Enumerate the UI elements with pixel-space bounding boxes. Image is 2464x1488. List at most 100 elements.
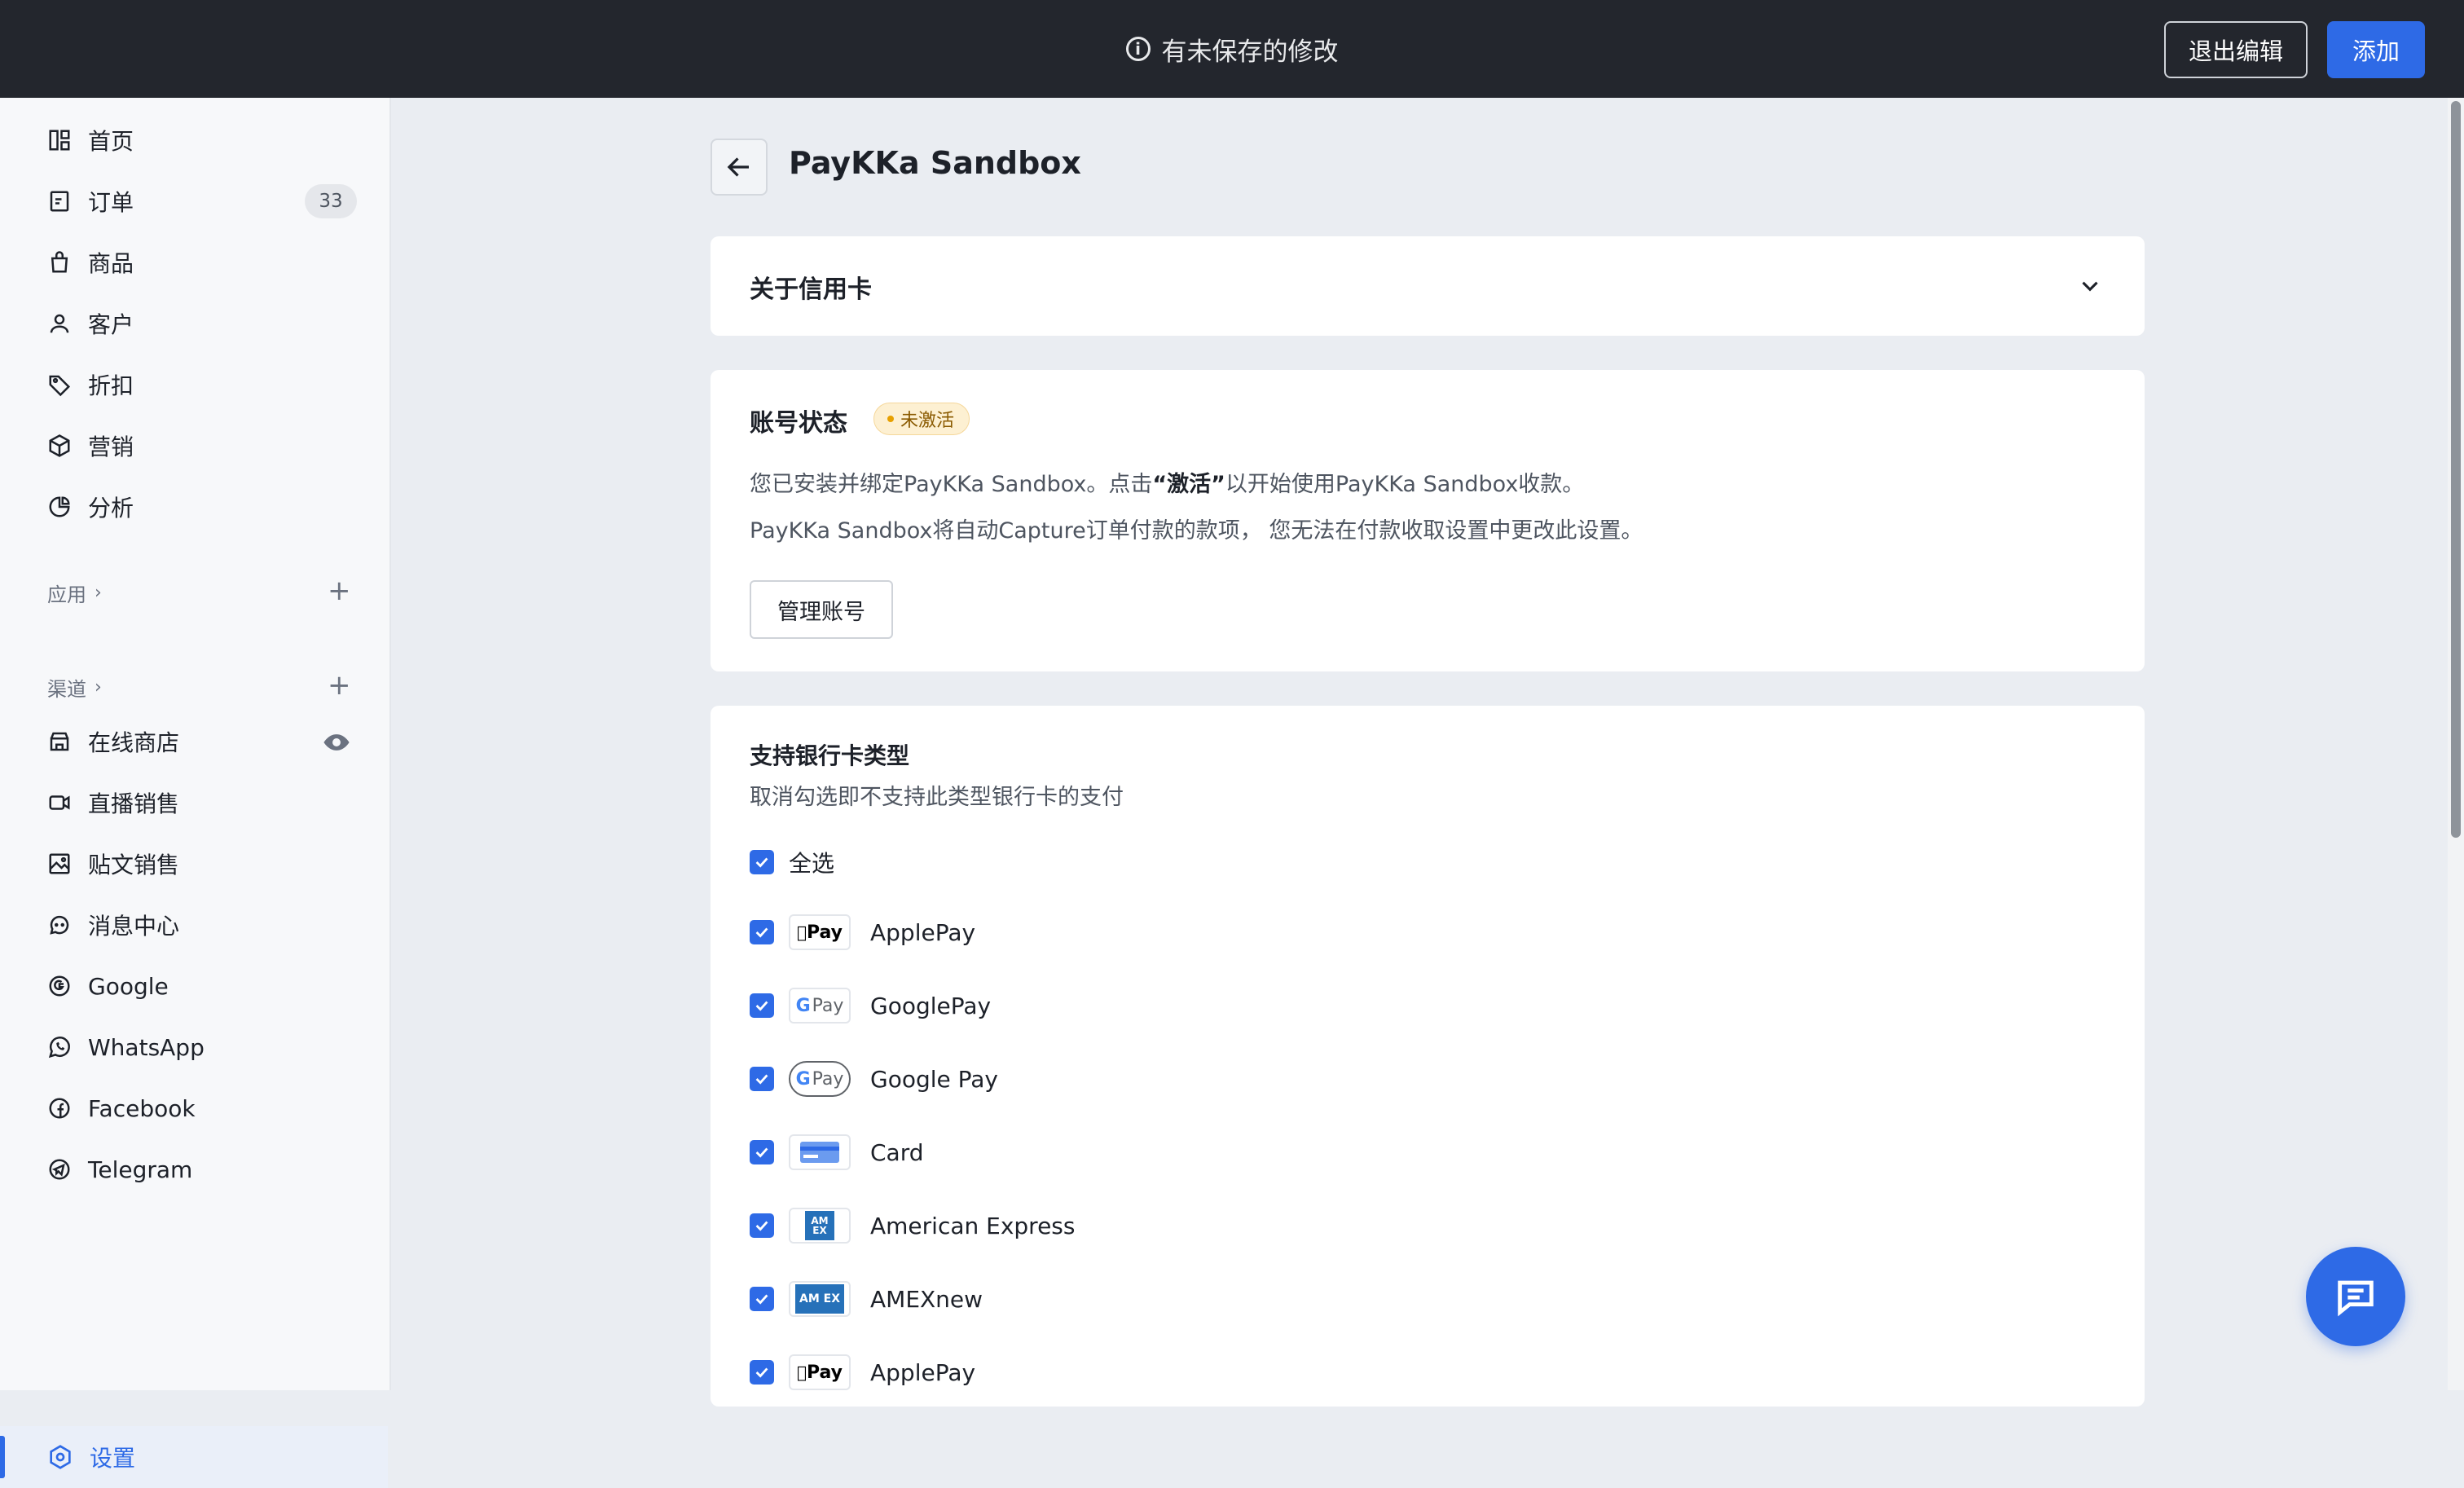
bag-icon: [47, 250, 72, 275]
add-channel-icon[interactable]: +: [328, 671, 351, 699]
card-type-row[interactable]: G Pay GooglePay: [750, 984, 991, 1027]
google-pay-pill-logo: G Pay: [789, 1061, 851, 1097]
active-indicator: [0, 1436, 5, 1478]
sidebar-item-customers[interactable]: 客户: [47, 303, 134, 344]
whatsapp-icon: [47, 1035, 72, 1059]
sidebar-item-label: 折扣: [88, 372, 134, 399]
sidebar-item-home[interactable]: 首页: [47, 120, 134, 161]
add-app-icon[interactable]: +: [328, 577, 351, 605]
scrollbar-thumb[interactable]: [2451, 101, 2461, 838]
sidebar: 首页 订单 33 商品 客户 折扣 营销 分析 应用 › + 渠道 › + 在线商店…: [0, 98, 391, 1488]
sidebar-item-live-sales[interactable]: 直播销售: [47, 782, 179, 823]
amex-logo: AM EX: [789, 1208, 851, 1244]
sidebar-item-post-sales[interactable]: 贴文销售: [47, 843, 179, 884]
apple-pay-logo: Pay: [789, 914, 851, 950]
info-icon: i: [1125, 37, 1151, 61]
sidebar-item-label: Telegram: [88, 1156, 193, 1183]
cube-icon: [47, 434, 72, 458]
tag-icon: [47, 372, 72, 397]
select-all-checkbox-row[interactable]: 全选: [750, 841, 834, 883]
status-dot: [887, 416, 894, 422]
dashboard-icon: [47, 128, 72, 152]
facebook-icon: [47, 1096, 72, 1120]
manage-account-button[interactable]: 管理账号: [750, 580, 893, 639]
card-type-row[interactable]: AM EX American Express: [750, 1204, 1075, 1247]
card-type-row[interactable]: Pay ApplePay: [750, 911, 975, 953]
sidebar-item-label: 营销: [88, 434, 134, 460]
add-button[interactable]: 添加: [2327, 21, 2425, 78]
card-type-checkbox[interactable]: [750, 1140, 774, 1164]
user-icon: [47, 311, 72, 336]
settings-icon: [50, 1445, 71, 1469]
sidebar-item-orders[interactable]: 订单: [47, 181, 134, 222]
sidebar-item-analytics[interactable]: 分析: [47, 486, 134, 527]
apps-section-title[interactable]: 应用 ›: [47, 579, 102, 607]
sidebar-item-label: 贴文销售: [88, 852, 180, 878]
sidebar-item-discounts[interactable]: 折扣: [47, 364, 134, 405]
sidebar-item-online-store[interactable]: 在线商店: [47, 721, 179, 762]
sidebar-item-settings[interactable]: 设置: [0, 1426, 388, 1488]
card-type-checkbox[interactable]: [750, 993, 774, 1018]
card-subtitle: 取消勾选即不支持此类型银行卡的支付: [750, 785, 1124, 810]
account-description-line2: PayKKa Sandbox将自动Capture订单付款的款项， 您无法在付款收…: [750, 518, 1643, 544]
sidebar-item-label: 商品: [88, 250, 134, 277]
chevron-right-icon: ›: [95, 583, 102, 603]
card-type-row[interactable]: Pay ApplePay: [750, 1351, 975, 1393]
support-chat-button[interactable]: [2306, 1247, 2405, 1346]
pie-chart-icon: [47, 495, 72, 519]
card-type-checkbox[interactable]: [750, 1287, 774, 1311]
channels-section-title[interactable]: 渠道 ›: [47, 673, 102, 702]
sidebar-item-label: Google: [88, 972, 169, 1000]
sidebar-item-whatsapp[interactable]: WhatsApp: [47, 1027, 205, 1068]
card-type-row[interactable]: Card: [750, 1131, 924, 1173]
card-type-row[interactable]: G Pay Google Pay: [750, 1058, 998, 1100]
sidebar-item-facebook[interactable]: Facebook: [47, 1088, 196, 1129]
google-pay-logo: G Pay: [789, 988, 851, 1024]
account-description-line1: 您已安装并绑定PayKKa Sandbox。点击“激活”以开始使用PayKKa …: [750, 472, 1585, 497]
chevron-down-icon[interactable]: [2076, 272, 2104, 300]
order-icon: [47, 189, 72, 214]
card-type-checkbox[interactable]: [750, 1067, 774, 1091]
card-title: 支持银行卡类型: [750, 742, 910, 769]
panel-title: 关于信用卡: [750, 275, 872, 304]
image-icon: [47, 852, 72, 876]
sidebar-item-products[interactable]: 商品: [47, 242, 134, 283]
select-all-checkbox[interactable]: [750, 850, 774, 874]
sidebar-item-google[interactable]: Google: [47, 966, 169, 1006]
unsaved-text: 有未保存的修改: [1161, 37, 1339, 67]
card-type-checkbox[interactable]: [750, 920, 774, 944]
sidebar-item-label: 消息中心: [88, 913, 180, 940]
sidebar-item-message-center[interactable]: 消息中心: [47, 905, 179, 945]
card-title: 账号状态: [750, 409, 847, 438]
card-type-checkbox[interactable]: [750, 1360, 774, 1385]
exit-edit-button[interactable]: 退出编辑: [2164, 21, 2308, 78]
amex-new-logo: AM EX: [789, 1281, 851, 1317]
status-badge: 未激活: [873, 403, 970, 435]
sidebar-item-label: 在线商店: [88, 729, 180, 756]
account-status-card: 账号状态 未激活 您已安装并绑定PayKKa Sandbox。点击“激活”以开始…: [711, 370, 2145, 671]
sidebar-item-label: 直播销售: [88, 790, 180, 817]
chevron-right-icon: ›: [95, 677, 102, 698]
sidebar-item-telegram[interactable]: Telegram: [47, 1149, 192, 1190]
chat-bubble-icon: [47, 913, 72, 937]
unsaved-changes-notice: i 有未保存的修改: [0, 0, 2464, 98]
card-type-checkbox[interactable]: [750, 1213, 774, 1238]
store-icon: [47, 729, 72, 754]
eye-icon[interactable]: [323, 729, 350, 756]
sidebar-item-label: 客户: [88, 311, 134, 338]
sidebar-item-label: 订单: [88, 189, 134, 216]
sidebar-item-marketing[interactable]: 营销: [47, 425, 134, 466]
card-type-row[interactable]: AM EX AMEXnew: [750, 1278, 983, 1320]
video-icon: [47, 790, 72, 815]
back-button[interactable]: [711, 139, 768, 196]
sidebar-item-label: Facebook: [88, 1094, 196, 1122]
page-title: PayKKa Sandbox: [789, 145, 1081, 181]
sidebar-item-label: WhatsApp: [88, 1033, 205, 1061]
about-credit-card-panel[interactable]: 关于信用卡: [711, 236, 2145, 336]
orders-count-badge: 33: [305, 184, 357, 218]
sidebar-item-label: 分析: [88, 495, 134, 522]
telegram-icon: [47, 1157, 72, 1182]
arrow-left-icon: [727, 157, 749, 177]
apple-pay-logo: Pay: [789, 1354, 851, 1390]
message-icon: [2338, 1280, 2374, 1317]
